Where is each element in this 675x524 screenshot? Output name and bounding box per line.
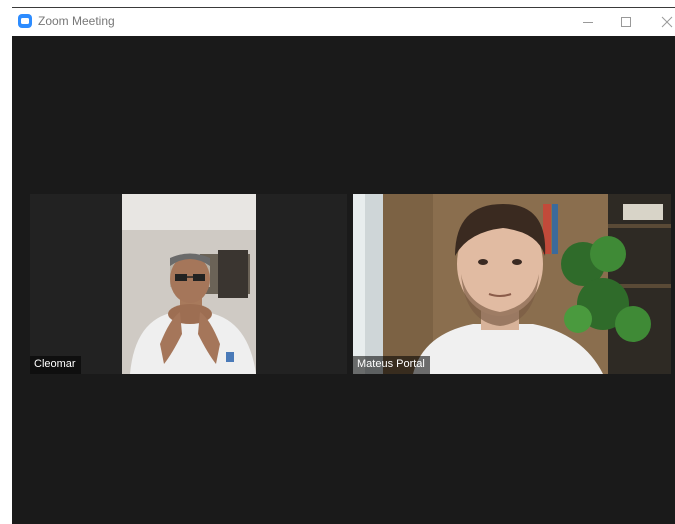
close-button[interactable] <box>652 11 675 33</box>
close-icon <box>661 16 673 28</box>
maximize-icon <box>621 17 631 27</box>
minimize-icon <box>583 22 593 23</box>
participant-name-label: Mateus Portal <box>353 356 430 374</box>
title-bar[interactable]: Zoom Meeting <box>12 8 675 36</box>
minimize-button[interactable] <box>573 11 603 33</box>
participant-video-mateus-portal[interactable]: Mateus Portal <box>353 194 671 374</box>
zoom-logo-icon <box>18 14 32 28</box>
participant-name-label: Cleomar <box>30 356 81 374</box>
participant-video-feed <box>30 194 347 374</box>
participant-video-cleomar[interactable]: Cleomar <box>30 194 347 374</box>
zoom-window: Zoom Meeting Cleomar Mateus Portal <box>0 0 675 524</box>
meeting-stage: Cleomar Mateus Portal <box>12 36 675 524</box>
maximize-button[interactable] <box>611 11 641 33</box>
window-title: Zoom Meeting <box>38 14 115 28</box>
participant-video-feed <box>353 194 671 374</box>
